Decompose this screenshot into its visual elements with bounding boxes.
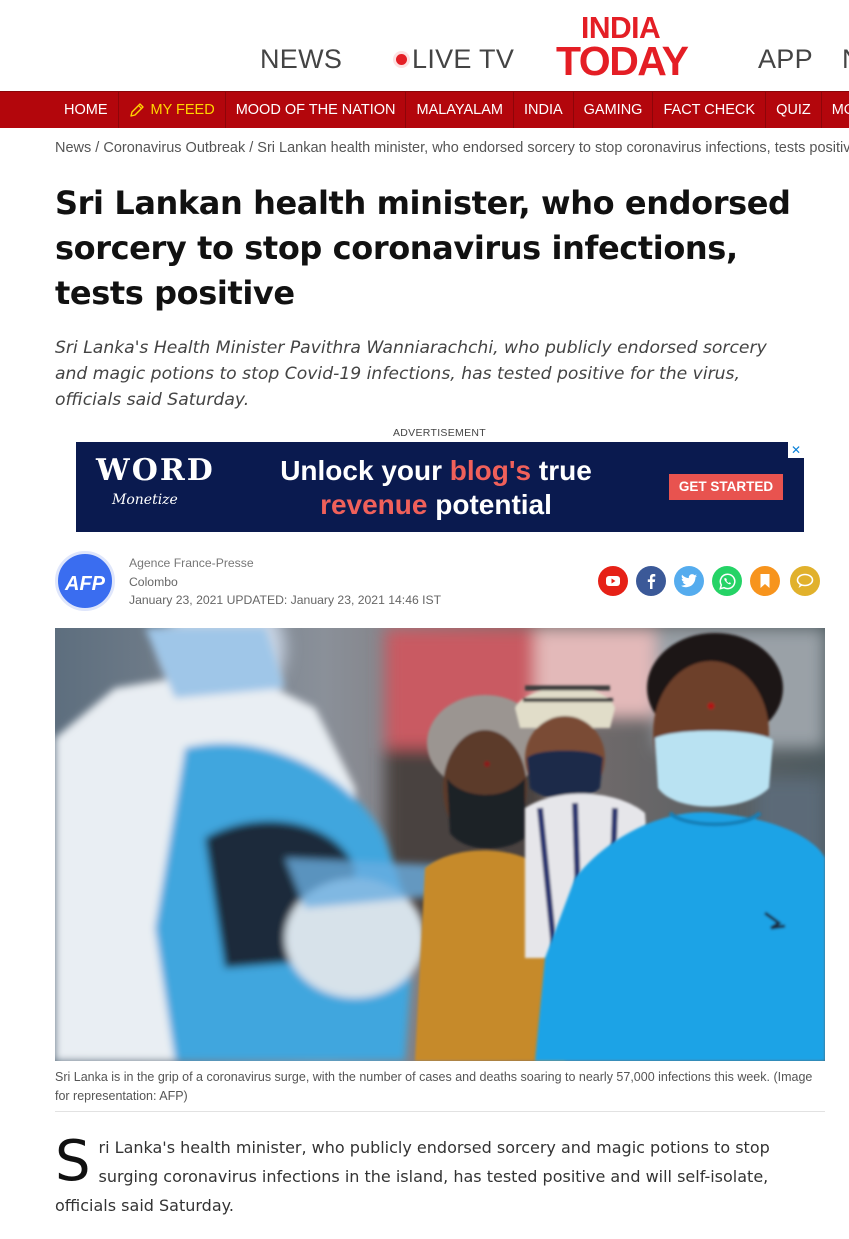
hero-photo-illustration: [55, 628, 825, 1061]
logo-line2: TODAY: [556, 38, 689, 84]
ad-close-icon[interactable]: ✕: [788, 442, 804, 458]
live-dot-icon: [396, 54, 407, 65]
site-logo[interactable]: INDIA TODAY: [556, 11, 706, 84]
main-nav: HOME MY FEED MOOD OF THE NATION MALAYALA…: [0, 91, 849, 128]
header-link-live-tv[interactable]: LIVE TV: [396, 44, 514, 75]
bookmark-icon[interactable]: [750, 566, 780, 596]
my-feed-label: MY FEED: [150, 101, 215, 118]
breadcrumb: News / Coronavirus Outbreak / Sri Lankan…: [55, 140, 849, 156]
ad-text-accent: blog's: [449, 455, 532, 486]
page-title: Sri Lankan health minister, who endorsed…: [55, 184, 791, 312]
article-paragraph: ri Lanka's health minister, who publicly…: [55, 1138, 770, 1215]
article-location: Colombo: [129, 574, 178, 589]
nav-item-my-feed[interactable]: MY FEED: [119, 92, 226, 128]
breadcrumb-current: Sri Lankan health minister, who endorsed…: [257, 140, 849, 156]
pencil-icon: [129, 103, 144, 117]
breadcrumb-news[interactable]: News: [55, 140, 91, 156]
article-summary: Sri Lanka's Health Minister Pavithra Wan…: [55, 338, 767, 410]
header-link-news[interactable]: NEWS: [260, 44, 342, 75]
ad-logo-sub: Monetize: [112, 492, 178, 508]
nav-item-quiz[interactable]: QUIZ: [766, 92, 822, 128]
ad-text-part: Unlock your: [280, 455, 450, 486]
ad-text-part: potential: [427, 489, 552, 520]
site-header: NEWS LIVE TV INDIA TODAY APP N: [0, 0, 849, 91]
nav-item-gaming[interactable]: GAMING: [574, 92, 654, 128]
article-body: Sri Lanka's health minister, who publicl…: [55, 1133, 825, 1220]
ad-text-part: true: [531, 455, 592, 486]
comment-icon[interactable]: [790, 566, 820, 596]
byline: Agence France-Presse Colombo January 23,…: [129, 554, 441, 610]
hero-image: [55, 628, 825, 1061]
breadcrumb-separator: /: [245, 140, 258, 156]
nav-item-mood-of-the-nation[interactable]: MOOD OF THE NATION: [226, 92, 407, 128]
header-link-more[interactable]: N: [842, 44, 849, 75]
header-link-app[interactable]: APP: [758, 44, 813, 75]
whatsapp-icon[interactable]: [712, 566, 742, 596]
nav-item-malayalam[interactable]: MALAYALAM: [406, 92, 514, 128]
author-avatar[interactable]: AFP: [55, 551, 115, 611]
nav-item-home[interactable]: HOME: [0, 92, 119, 128]
twitter-icon[interactable]: [674, 566, 704, 596]
facebook-icon[interactable]: [636, 566, 666, 596]
nav-item-fact-check[interactable]: FACT CHECK: [653, 92, 767, 128]
ad-logo-word: WORD: [96, 453, 215, 488]
author-name[interactable]: Agence France-Presse: [129, 554, 441, 573]
nav-item-movies[interactable]: MOVIES: [822, 92, 849, 128]
breadcrumb-separator: /: [91, 140, 104, 156]
live-tv-label: LIVE TV: [412, 44, 515, 74]
nav-item-india[interactable]: INDIA: [514, 92, 574, 128]
ad-text-accent: revenue: [320, 489, 428, 520]
article-date: January 23, 2021 UPDATED: January 23, 20…: [129, 593, 442, 607]
drop-cap: S: [55, 1129, 91, 1194]
advertisement-banner[interactable]: WORD Monetize Unlock your blog's true re…: [76, 442, 804, 532]
advertisement-label: ADVERTISEMENT: [393, 427, 486, 439]
ad-get-started-button[interactable]: GET STARTED: [669, 474, 783, 500]
ad-logo: WORD Monetize: [96, 453, 215, 509]
ad-headline: Unlock your blog's true revenue potentia…: [256, 454, 616, 522]
logo-line1: INDIA: [581, 11, 661, 46]
breadcrumb-coronavirus-outbreak[interactable]: Coronavirus Outbreak: [103, 140, 245, 156]
youtube-icon[interactable]: [598, 566, 628, 596]
image-caption: Sri Lanka is in the grip of a coronaviru…: [55, 1068, 825, 1112]
